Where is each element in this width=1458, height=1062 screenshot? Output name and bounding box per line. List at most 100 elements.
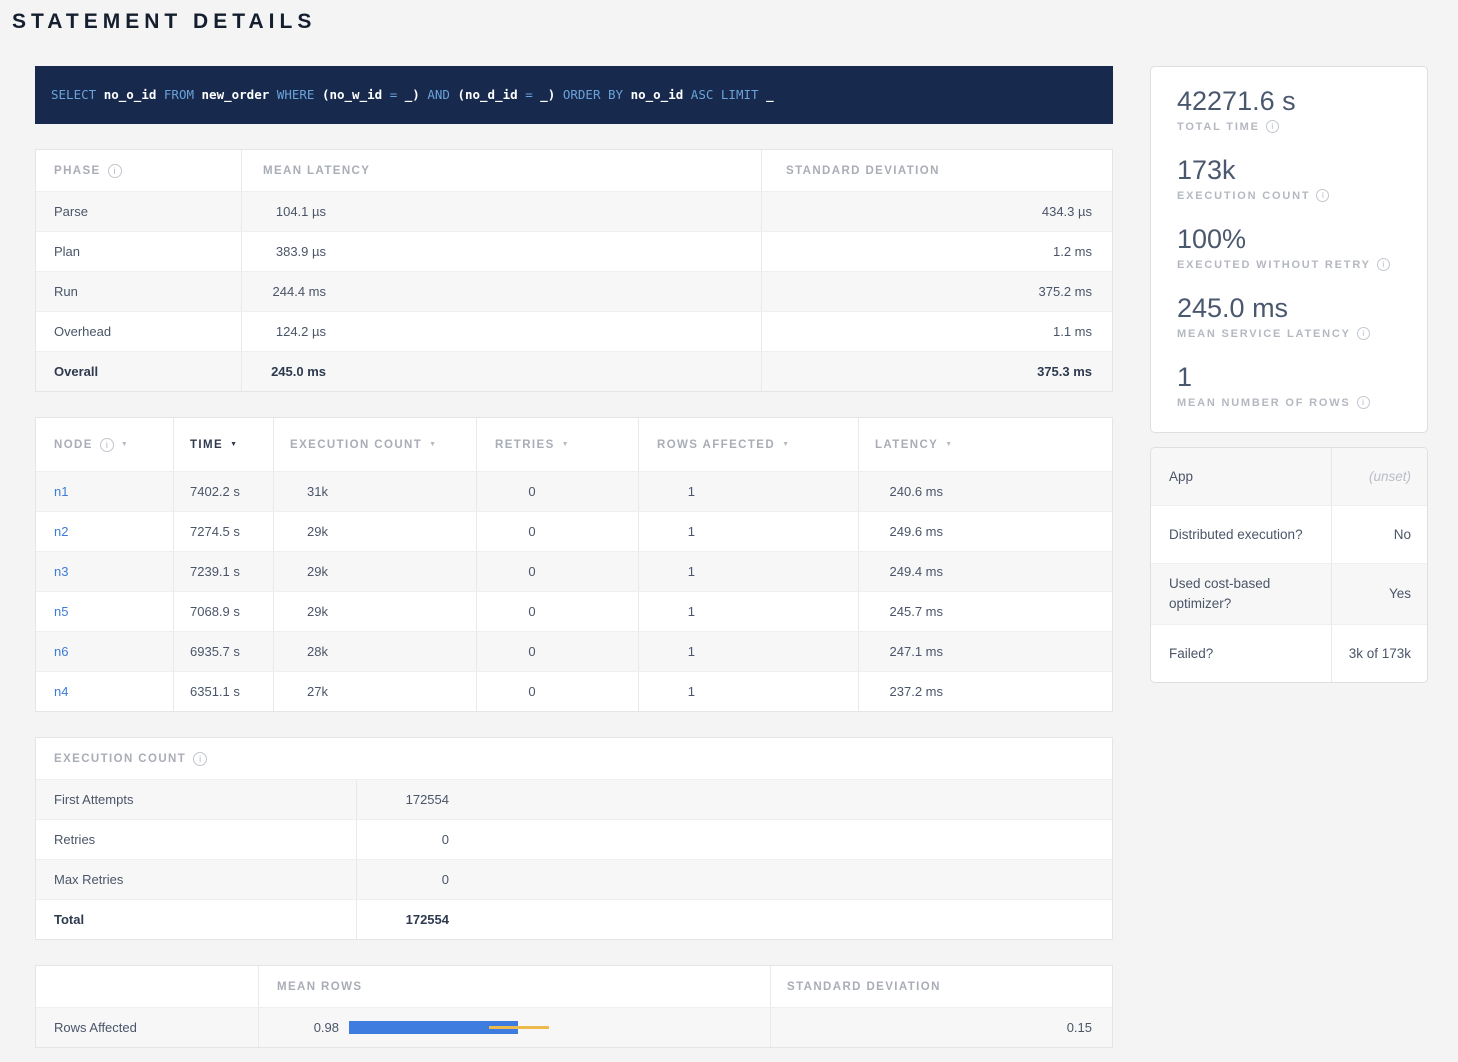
summary-stat: 1 MEAN NUMBER OF ROWS — [1177, 361, 1403, 409]
info-icon[interactable] — [1377, 258, 1390, 271]
attribute-value: 3k of 173k — [1331, 625, 1427, 682]
execution-count-cell: 29k — [274, 592, 477, 631]
table-row: n6 6935.7 s 28k 0 1 — [36, 631, 1112, 671]
phase-label: Parse — [36, 192, 242, 231]
rows-affected-value: 1 — [639, 684, 695, 699]
mean-latency-value: 383.9 µs — [242, 244, 326, 259]
stat-value: 42271.6 s — [1177, 85, 1403, 117]
time-cell: 7239.1 s — [174, 552, 274, 591]
info-icon[interactable] — [1266, 120, 1279, 133]
sort-desc-icon[interactable] — [782, 441, 789, 448]
mean-latency-cell: 104.1 µs — [242, 192, 762, 231]
mean-latency-value: 124.2 µs — [242, 324, 326, 339]
stat-value: 173k — [1177, 154, 1403, 186]
rows-affected-table-header: MEAN ROWS STANDARD DEVIATION — [36, 966, 1112, 1007]
execution-count-cell: 28k — [274, 632, 477, 671]
latency-value: 247.1 ms — [875, 644, 943, 659]
info-icon[interactable] — [1316, 189, 1329, 202]
stat-label: MEAN NUMBER OF ROWS — [1177, 396, 1403, 409]
execution-count-column-header[interactable]: EXECUTION COUNT — [274, 418, 477, 471]
stat-value: 100% — [1177, 223, 1403, 255]
statement-attributes-card: App (unset) Distributed execution? No Us… — [1150, 447, 1428, 683]
sort-desc-icon[interactable] — [121, 441, 128, 448]
node-cell: n5 — [36, 592, 174, 631]
execution-count-section-header: EXECUTION COUNT — [36, 738, 357, 779]
node-link[interactable]: n6 — [54, 644, 68, 659]
table-row: n1 7402.2 s 31k 0 1 — [36, 471, 1112, 511]
sort-desc-icon[interactable] — [945, 441, 952, 448]
table-row: Parse 104.1 µs 434.3 µs — [36, 191, 1112, 231]
rows-affected-cell: 1 — [639, 672, 859, 711]
sql-identifier: no_o_id — [104, 87, 157, 102]
phase-label: Overall — [36, 352, 242, 391]
sql-identifier: no_o_id — [631, 87, 684, 102]
time-column-header[interactable]: TIME — [174, 418, 274, 471]
rows-affected-rows: Rows Affected 0.98 0.15 — [36, 1007, 1112, 1047]
mean-latency-cell: 245.0 ms — [242, 352, 762, 391]
info-icon[interactable] — [1357, 327, 1370, 340]
count-value: 172554 — [357, 792, 449, 807]
node-link[interactable]: n1 — [54, 484, 68, 499]
info-icon[interactable] — [108, 164, 122, 178]
stat-value: 245.0 ms — [1177, 292, 1403, 324]
table-row: Plan 383.9 µs 1.2 ms — [36, 231, 1112, 271]
table-row: Run 244.4 ms 375.2 ms — [36, 271, 1112, 311]
table-row: n2 7274.5 s 29k 0 1 — [36, 511, 1112, 551]
summary-stat: 100% EXECUTED WITHOUT RETRY — [1177, 223, 1403, 271]
retries-value: 0 — [477, 564, 587, 579]
sql-keyword: FROM — [156, 87, 201, 102]
rows-affected-value: 1 — [639, 644, 695, 659]
node-link[interactable]: n4 — [54, 684, 68, 699]
phase-table-rows: Parse 104.1 µs 434.3 µs Plan 383.9 µs 1.… — [36, 191, 1112, 391]
sort-desc-icon[interactable] — [429, 441, 436, 448]
latency-cell: 240.6 ms — [859, 472, 1112, 511]
info-icon[interactable] — [100, 438, 114, 452]
sql-identifier: (no_d_id — [457, 87, 525, 102]
count-cell: 172554 — [357, 780, 1112, 819]
table-row: n5 7068.9 s 29k 0 1 — [36, 591, 1112, 631]
count-cell: 0 — [357, 860, 1112, 899]
latency-cell: 247.1 ms — [859, 632, 1112, 671]
stat-label: EXECUTED WITHOUT RETRY — [1177, 258, 1403, 271]
rows-affected-table: MEAN ROWS STANDARD DEVIATION Rows Affect… — [35, 965, 1113, 1048]
latency-value: 240.6 ms — [875, 484, 943, 499]
std-dev-value: 375.2 ms — [762, 272, 1112, 311]
count-cell: 172554 — [357, 900, 1112, 939]
info-icon[interactable] — [193, 752, 207, 766]
sort-desc-icon[interactable] — [562, 441, 569, 448]
attribute-row: App (unset) — [1151, 448, 1427, 505]
node-cell: n3 — [36, 552, 174, 591]
node-link[interactable]: n2 — [54, 524, 68, 539]
mean-latency-value: 245.0 ms — [242, 364, 326, 379]
phase-table-header: PHASE MEAN LATENCY STANDARD DEVIATION — [36, 150, 1112, 191]
node-table-rows: n1 7402.2 s 31k 0 1 — [36, 471, 1112, 711]
retries-column-header[interactable]: RETRIES — [477, 418, 639, 471]
summary-stat: 245.0 ms MEAN SERVICE LATENCY — [1177, 292, 1403, 340]
retries-cell: 0 — [477, 512, 639, 551]
retries-value: 0 — [477, 484, 587, 499]
sql-identifier: _) — [405, 87, 420, 102]
sql-keyword: ORDER BY — [555, 87, 630, 102]
attribute-row: Used cost-based optimizer? Yes — [1151, 563, 1427, 624]
std-dev-column-header: STANDARD DEVIATION — [771, 966, 1112, 1007]
sort-desc-icon[interactable] — [230, 441, 237, 448]
node-column-header[interactable]: NODE — [36, 418, 174, 471]
rows-affected-column-header[interactable]: ROWS AFFECTED — [639, 418, 859, 471]
node-link[interactable]: n5 — [54, 604, 68, 619]
latency-column-header[interactable]: LATENCY — [859, 418, 1112, 471]
mean-latency-value: 104.1 µs — [242, 204, 326, 219]
table-row: Retries 0 — [36, 819, 1112, 859]
node-link[interactable]: n3 — [54, 564, 68, 579]
mean-rows-value: 0.98 — [259, 1020, 339, 1035]
rows-affected-value: 1 — [639, 484, 695, 499]
count-value: 172554 — [357, 912, 449, 927]
info-icon[interactable] — [1357, 396, 1370, 409]
table-row: Rows Affected 0.98 0.15 — [36, 1007, 1112, 1047]
attribute-label: App — [1151, 448, 1331, 505]
std-dev-value: 434.3 µs — [762, 192, 1112, 231]
node-cell: n6 — [36, 632, 174, 671]
latency-value: 249.6 ms — [875, 524, 943, 539]
latency-cell: 237.2 ms — [859, 672, 1112, 711]
node-table-header: NODE TIME EXECUTION COUNT RETRIES — [36, 418, 1112, 471]
phase-label: Run — [36, 272, 242, 311]
